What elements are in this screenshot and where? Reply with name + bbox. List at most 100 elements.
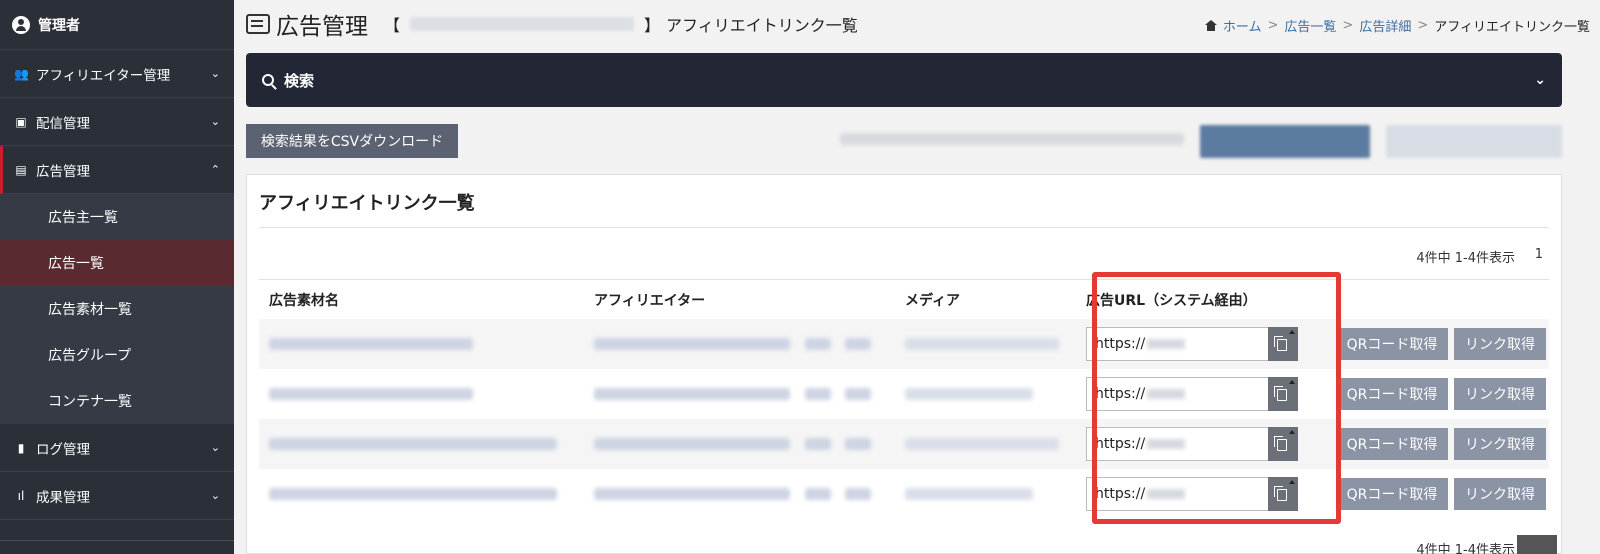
divider <box>259 227 1549 228</box>
sidebar-item-label: 成果管理 <box>36 489 90 506</box>
breadcrumb-current: アフィリエイトリンク一覧 <box>1434 20 1590 35</box>
pagination-bottom[interactable] <box>1517 535 1557 554</box>
breadcrumb-ad-list[interactable]: 広告一覧 <box>1284 16 1336 35</box>
panel-title: アフィリエイトリンク一覧 <box>259 193 475 214</box>
user-header[interactable]: 管理者 <box>0 0 234 50</box>
scroll-up-icon <box>1289 480 1295 484</box>
sidebar-item-label: 配信管理 <box>36 115 90 132</box>
chevron-down-icon: ⌄ <box>210 441 220 454</box>
affiliate-link-redacted[interactable] <box>845 438 871 450</box>
sidebar-item-label: ログ管理 <box>36 441 90 458</box>
affiliate-link-redacted[interactable] <box>805 438 831 450</box>
affiliate-link-redacted[interactable] <box>845 338 871 350</box>
csv-download-button[interactable]: 検索結果をCSVダウンロード <box>246 124 458 158</box>
domain-note-redacted <box>840 133 1184 145</box>
chevron-down-icon: ⌄ <box>210 489 220 502</box>
title-bracket-open: 【 <box>384 16 401 35</box>
chevron-down-icon: ⌄ <box>210 67 220 80</box>
column-header-media: メディア <box>905 292 961 309</box>
url-host-redacted <box>1147 389 1186 399</box>
breadcrumb-sep: > <box>1267 18 1279 33</box>
chevron-down-icon: ⌄ <box>1534 72 1546 88</box>
ad-url-field[interactable]: https:// <box>1086 377 1298 411</box>
media-name-redacted <box>905 388 1033 400</box>
qr-code-button[interactable]: QRコード取得 <box>1336 378 1448 410</box>
chevron-up-icon: ⌃ <box>210 163 220 176</box>
affiliate-link-redacted[interactable] <box>845 388 871 400</box>
copy-icon <box>1274 386 1287 401</box>
ad-url-field[interactable]: https:// <box>1086 427 1298 461</box>
material-name-redacted <box>269 488 557 500</box>
scroll-up-icon <box>1289 330 1295 334</box>
breadcrumb-home[interactable]: ホーム <box>1223 16 1262 35</box>
affiliate-link-redacted[interactable] <box>805 338 831 350</box>
table-header: 広告素材名 アフィリエイター メディア 広告URL（システム経由） <box>259 279 1549 319</box>
result-count: 4件中 1-4件表示 <box>1416 251 1515 266</box>
get-link-button[interactable]: リンク取得 <box>1454 428 1546 460</box>
ad-url-field[interactable]: https:// <box>1086 477 1298 511</box>
qr-code-button[interactable]: QRコード取得 <box>1336 478 1448 510</box>
delivery-icon: ▣ <box>15 114 27 129</box>
sidebar-sub-containers[interactable]: コンテナ一覧 <box>0 378 234 424</box>
affiliate-name-redacted <box>594 438 790 450</box>
affiliate-link-redacted[interactable] <box>845 488 871 500</box>
table-row: https:// QRコード取得 リンク取得 <box>259 369 1549 419</box>
copy-icon <box>1274 336 1287 351</box>
media-name-redacted <box>905 338 1059 350</box>
copy-button[interactable] <box>1268 377 1298 411</box>
get-link-button[interactable]: リンク取得 <box>1454 378 1546 410</box>
copy-button[interactable] <box>1268 427 1298 461</box>
sidebar: 管理者 👥 アフィリエイター管理 ⌄ ▣ 配信管理 ⌄ ▤ 広告管理 ⌃ 広告主… <box>0 0 234 554</box>
table-row: https:// QRコード取得 リンク取得 <box>259 319 1549 369</box>
ad-monitor-icon <box>246 14 270 34</box>
copy-button[interactable] <box>1268 327 1298 361</box>
table-row: https:// QRコード取得 リンク取得 <box>259 469 1549 519</box>
user-name: 管理者 <box>38 17 80 34</box>
sidebar-item-results[interactable]: ıl 成果管理 ⌄ <box>0 472 234 520</box>
material-name-redacted <box>269 338 473 350</box>
sidebar-item-logs[interactable]: ▮ ログ管理 ⌄ <box>0 424 234 472</box>
search-toggle[interactable]: 検索 ⌄ <box>246 53 1562 107</box>
scroll-up-icon <box>1289 430 1295 434</box>
material-name-redacted <box>269 388 473 400</box>
get-link-button[interactable]: リンク取得 <box>1454 328 1546 360</box>
sidebar-item-label: 広告管理 <box>36 163 90 180</box>
media-name-redacted <box>905 488 1033 500</box>
search-icon <box>262 74 274 86</box>
copy-button[interactable] <box>1268 477 1298 511</box>
page-title-row: 広告管理 【 】 アフィリエイトリンク一覧 <box>246 4 858 44</box>
redacted-secondary-button[interactable] <box>1386 125 1562 158</box>
breadcrumb: ホーム > 広告一覧 > 広告詳細 > アフィリエイトリンク一覧 <box>1204 16 1590 35</box>
affiliate-link-redacted[interactable] <box>805 488 831 500</box>
sidebar-item-affiliate[interactable]: 👥 アフィリエイター管理 ⌄ <box>0 50 234 98</box>
redacted-primary-button[interactable] <box>1200 125 1370 158</box>
main-content: 広告管理 【 】 アフィリエイトリンク一覧 ホーム > 広告一覧 > 広告詳細 … <box>234 0 1600 554</box>
ad-url-text: https:// <box>1095 336 1146 352</box>
page-subtitle: アフィリエイトリンク一覧 <box>666 16 858 35</box>
column-header-affiliate: アフィリエイター <box>594 292 706 309</box>
ad-url-text: https:// <box>1095 486 1146 502</box>
scroll-up-icon <box>1289 380 1295 384</box>
sidebar-sub-materials[interactable]: 広告素材一覧 <box>0 286 234 332</box>
affiliate-link-table: 広告素材名 アフィリエイター メディア 広告URL（システム経由） https:… <box>259 279 1549 519</box>
affiliate-name-redacted <box>594 388 790 400</box>
sidebar-item-delivery[interactable]: ▣ 配信管理 ⌄ <box>0 98 234 146</box>
qr-code-button[interactable]: QRコード取得 <box>1336 428 1448 460</box>
breadcrumb-ad-detail[interactable]: 広告詳細 <box>1359 16 1411 35</box>
qr-code-button[interactable]: QRコード取得 <box>1336 328 1448 360</box>
column-header-material: 広告素材名 <box>269 292 339 309</box>
get-link-button[interactable]: リンク取得 <box>1454 478 1546 510</box>
sidebar-sub-groups[interactable]: 広告グループ <box>0 332 234 378</box>
sidebar-item-ads[interactable]: ▤ 広告管理 ⌃ <box>0 146 234 194</box>
users-icon: 👥 <box>14 66 29 81</box>
chart-icon: ıl <box>17 488 25 503</box>
pagination-page[interactable]: 1 <box>1535 247 1543 262</box>
affiliate-link-redacted[interactable] <box>805 388 831 400</box>
sidebar-sub-ad-list[interactable]: 広告一覧 <box>0 240 234 286</box>
ad-url-field[interactable]: https:// <box>1086 327 1298 361</box>
sidebar-sub-advertisers[interactable]: 広告主一覧 <box>0 194 234 240</box>
ad-url-text: https:// <box>1095 386 1146 402</box>
table-row: https:// QRコード取得 リンク取得 <box>259 419 1549 469</box>
affiliate-link-panel: アフィリエイトリンク一覧 4件中 1-4件表示 1 広告素材名 アフィリエイター… <box>246 174 1562 554</box>
search-label: 検索 <box>284 71 315 90</box>
